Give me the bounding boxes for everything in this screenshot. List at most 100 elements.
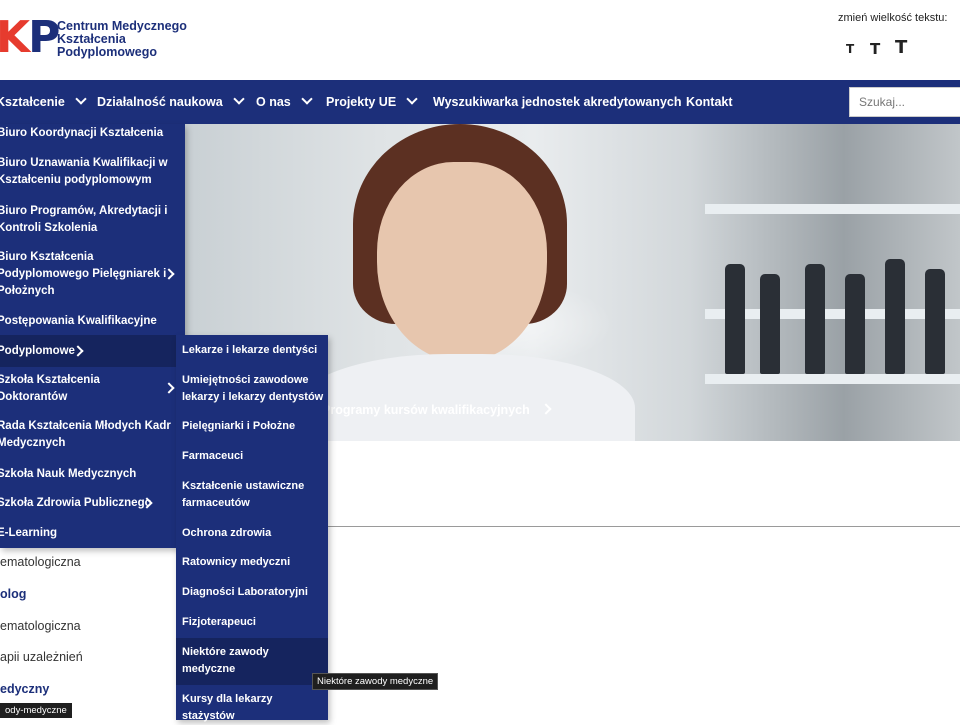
page-link[interactable]: edyczny <box>0 682 49 696</box>
hero-bottle <box>925 269 945 374</box>
submenu-item-label: Lekarze i lekarze dentyści <box>182 344 318 356</box>
nav-label: Kształcenie <box>0 95 65 109</box>
menu-item-szkola-zdrowia-publicznego[interactable]: Szkoła Zdrowia Publicznego <box>0 493 185 523</box>
nav-label: Projekty UE <box>326 95 397 109</box>
hero-person-coat <box>295 354 635 441</box>
menu-item-szkola-doktorantow[interactable]: Szkoła Kształcenia Doktorantów <box>0 367 185 416</box>
nav-item-dzialalnosc-naukowa[interactable]: Działalność naukowa <box>97 80 245 124</box>
hero-bottle <box>805 264 825 374</box>
menu-item-label: Kontroli Szkolenia <box>0 222 98 234</box>
logo-mark-k: K <box>0 12 30 63</box>
font-size-small-button[interactable]: T <box>846 42 854 56</box>
menu-item-label: Kształceniu podyplomowym <box>0 174 152 186</box>
submenu-item-label: Fizjoterapeuci <box>182 616 256 628</box>
submenu-item-ratownicy[interactable]: Ratownicy medyczni <box>176 551 328 581</box>
chevron-down-icon <box>233 93 245 105</box>
font-size-large-button[interactable]: T <box>895 37 907 58</box>
menu-item-label: Położnych <box>0 285 55 297</box>
tooltip: Niektóre zawody medyczne <box>312 673 439 690</box>
menu-item-biuro-koordynacji[interactable]: Biuro Koordynacji Kształcenia <box>0 124 185 154</box>
hero-caption-link[interactable]: Programy kursów kwalifikacyjnych <box>322 403 552 417</box>
chevron-down-icon <box>75 93 87 105</box>
nav-item-o-nas[interactable]: O nas <box>256 80 313 124</box>
submenu-item-lekarze[interactable]: Lekarze i lekarze dentyści <box>176 335 328 365</box>
menu-item-biuro-uznawania[interactable]: Biuro Uznawania Kwalifikacji w Kształcen… <box>0 154 185 202</box>
menu-item-label: Szkoła Nauk Medycznych <box>0 468 137 480</box>
submenu-item-pielegniarki[interactable]: Pielęgniarki i Położne <box>176 414 328 444</box>
menu-item-e-learning[interactable]: E-Learning <box>0 523 185 548</box>
main-navbar: Kształcenie Działalność naukowa O nas Pr… <box>0 80 960 124</box>
submenu-item-label: Pielęgniarki i Położne <box>182 420 296 432</box>
menu-item-szkola-nauk-medycznych[interactable]: Szkoła Nauk Medycznych <box>0 464 185 493</box>
logo-mark[interactable]: KP <box>0 12 60 63</box>
menu-item-biuro-programow[interactable]: Biuro Programów, Akredytacji i Kontroli … <box>0 202 185 249</box>
submenu-item-label: medyczne <box>182 663 236 675</box>
submenu-podyplomowe: Lekarze i lekarze dentyści Umiejętności … <box>176 335 328 722</box>
submenu-item-niektore-zawody[interactable]: Niektóre zawody medyczne <box>176 638 328 685</box>
submenu-item-label: Kursy dla lekarzy <box>182 693 273 705</box>
menu-item-label: Postępowania Kwalifikacyjne <box>0 315 157 327</box>
menu-item-label: Rada Kształcenia Młodych Kadr <box>0 420 171 432</box>
hero-shelf <box>705 204 960 214</box>
menu-item-rada-mlodych-kadr[interactable]: Rada Kształcenia Młodych Kadr Medycznych <box>0 416 185 464</box>
page-link[interactable]: olog <box>0 587 26 601</box>
hero-shelf <box>705 374 960 384</box>
submenu-item-label: farmaceutów <box>182 497 250 509</box>
submenu-item-label: Ochrona zdrowia <box>182 527 272 539</box>
search-input[interactable] <box>849 87 960 117</box>
font-size-label: zmień wielkość tekstu: <box>838 12 948 24</box>
submenu-item-label: Niektóre zawody <box>182 646 269 658</box>
submenu-item-label: Kształcenie ustawiczne <box>182 480 305 492</box>
menu-item-label: Podyplomowe <box>0 345 75 357</box>
nav-item-projekty-ue[interactable]: Projekty UE <box>326 80 418 124</box>
page-link[interactable]: ematologiczna <box>0 555 81 569</box>
hero-caption-text: Programy kursów kwalifikacyjnych <box>322 403 530 417</box>
status-url: ody-medyczne <box>0 703 72 718</box>
nav-label: Wyszukiwarka jednostek akredytowanych <box>433 95 682 109</box>
page-link[interactable]: apii uzależnień <box>0 650 83 664</box>
hero-bottle <box>885 259 905 374</box>
menu-item-label: Doktorantów <box>0 391 68 403</box>
chevron-down-icon <box>301 93 313 105</box>
submenu-item-label: stażystów <box>182 710 235 722</box>
submenu-item-ochrona-zdrowia[interactable]: Ochrona zdrowia <box>176 521 328 551</box>
logo-mark-p: P <box>28 12 60 63</box>
menu-item-label: Medycznych <box>0 437 66 449</box>
submenu-item-farmaceuci[interactable]: Farmaceuci <box>176 444 328 474</box>
font-size-medium-button[interactable]: T <box>870 40 880 58</box>
menu-item-postepowania[interactable]: Postępowania Kwalifikacyjne <box>0 313 185 336</box>
dropdown-menu-ksztalcenie: Biuro Koordynacji Kształcenia Biuro Uzna… <box>0 124 185 548</box>
nav-item-kontakt[interactable]: Kontakt <box>686 80 733 124</box>
menu-item-label: Szkoła Zdrowia Publicznego <box>0 497 152 509</box>
submenu-item-diagnosci[interactable]: Diagności Laboratoryjni <box>176 581 328 611</box>
submenu-item-label: lekarzy i lekarzy dentystów <box>182 391 324 403</box>
nav-label: Działalność naukowa <box>97 95 223 109</box>
submenu-item-umiejetnosci-zawodowe[interactable]: Umiejętności zawodowe lekarzy i lekarzy … <box>176 365 328 414</box>
menu-item-label: Szkoła Kształcenia <box>0 374 100 386</box>
menu-item-label: Biuro Koordynacji Kształcenia <box>0 127 164 139</box>
menu-item-label: Biuro Uznawania Kwalifikacji w <box>0 157 168 169</box>
submenu-item-label: Umiejętności zawodowe <box>182 374 309 386</box>
chevron-right-icon <box>540 403 552 415</box>
nav-label: O nas <box>256 95 291 109</box>
nav-item-ksztalcenie[interactable]: Kształcenie <box>0 80 87 124</box>
nav-item-wyszukiwarka[interactable]: Wyszukiwarka jednostek akredytowanych <box>433 80 681 124</box>
menu-item-label: Podyplomowego Pielęgniarek i <box>0 268 167 280</box>
hero-bottle <box>725 264 745 374</box>
submenu-item-kursy-stazystow[interactable]: Kursy dla lekarzy stażystów <box>176 685 328 722</box>
chevron-down-icon <box>406 93 418 105</box>
submenu-item-fizjoterapeuci[interactable]: Fizjoterapeuci <box>176 611 328 638</box>
page-link[interactable]: ematologiczna <box>0 619 81 633</box>
logo-text[interactable]: Centrum Medycznego Kształcenia Podyplomo… <box>57 20 187 59</box>
menu-item-podyplomowe[interactable]: Podyplomowe <box>0 335 185 367</box>
submenu-item-ksztalcenie-ustawiczne[interactable]: Kształcenie ustawiczne farmaceutów <box>176 474 328 521</box>
nav-label: Kontakt <box>686 95 733 109</box>
hero-person-face <box>377 162 547 362</box>
submenu-item-label: Diagności Laboratoryjni <box>182 586 308 598</box>
logo-line-3: Podyplomowego <box>57 45 157 59</box>
menu-item-label: Biuro Programów, Akredytacji i <box>0 205 168 217</box>
chevron-right-icon <box>163 382 175 394</box>
hero-bottle <box>845 274 865 374</box>
menu-item-biuro-pielegniarek[interactable]: Biuro Kształcenia Podyplomowego Pielęgni… <box>0 249 185 313</box>
menu-item-label: Biuro Kształcenia <box>0 251 94 263</box>
